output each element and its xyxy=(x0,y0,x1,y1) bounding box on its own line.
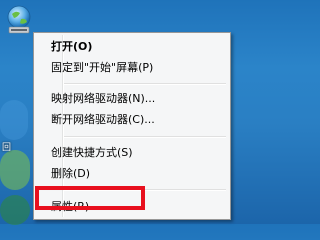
menu-separator xyxy=(64,83,226,85)
menu-item-disconnect-network-drive[interactable]: 断开网络驱动器(C)... xyxy=(36,110,228,130)
menu-item-pin-to-start[interactable]: 固定到"开始"屏幕(P) xyxy=(36,58,228,78)
desktop-edge-label: 回 xyxy=(2,143,12,153)
menu-item-map-network-drive[interactable]: 映射网络驱动器(N)... xyxy=(36,89,228,109)
wallpaper-streak xyxy=(0,150,30,190)
highlight-box xyxy=(35,186,145,210)
wallpaper-streak xyxy=(0,100,28,140)
menu-item-delete[interactable]: 删除(D) xyxy=(36,164,228,184)
menu-item-open[interactable]: 打开(O) xyxy=(36,37,228,57)
menu-separator xyxy=(64,136,226,138)
desktop-icon-label xyxy=(3,38,31,46)
wallpaper-streak xyxy=(0,195,30,225)
menu-item-create-shortcut[interactable]: 创建快捷方式(S) xyxy=(36,143,228,163)
network-icon[interactable] xyxy=(4,4,34,36)
